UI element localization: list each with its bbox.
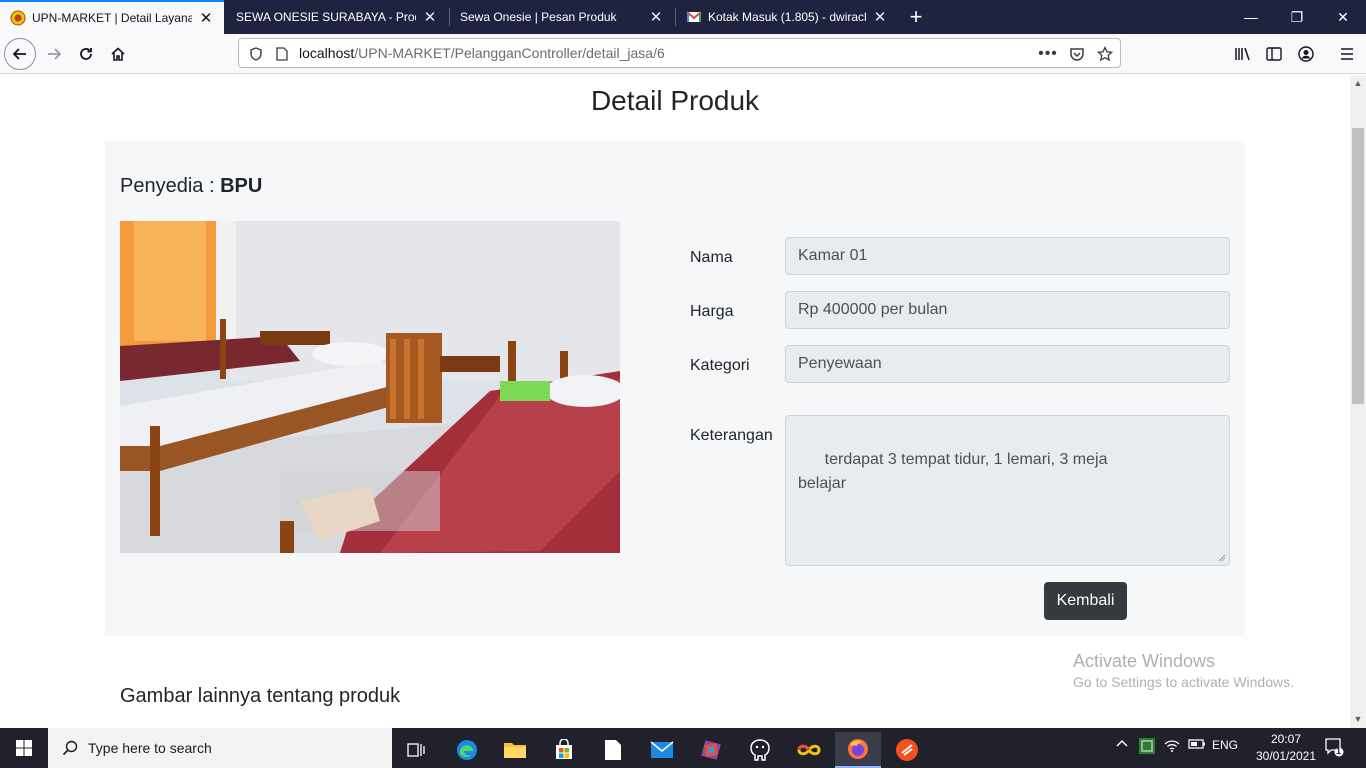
clock-date: 30/01/2021 bbox=[1255, 749, 1317, 763]
reload-icon bbox=[80, 48, 92, 60]
system-clock[interactable]: 20:07 30/01/2021 bbox=[1248, 731, 1324, 765]
wifi-icon[interactable] bbox=[1164, 738, 1180, 755]
navigation-toolbar: localhost/UPN-MARKET/PelangganController… bbox=[0, 34, 1366, 74]
sidebar-icon bbox=[1266, 47, 1282, 61]
library-icon bbox=[1235, 47, 1250, 61]
harga-field[interactable]: Rp 400000 per bulan bbox=[785, 291, 1230, 329]
library-button[interactable] bbox=[1227, 38, 1259, 70]
kategori-label: Kategori bbox=[690, 357, 750, 374]
start-button[interactable] bbox=[0, 728, 48, 768]
sublime-text-icon[interactable] bbox=[884, 732, 930, 768]
tab-upn-market[interactable]: UPN-MARKET | Detail Layanan ✕ bbox=[0, 0, 224, 34]
task-view-icon[interactable] bbox=[393, 732, 439, 768]
url-host: localhost bbox=[299, 45, 355, 61]
provider-line: Penyedia : BPU bbox=[120, 175, 262, 198]
watermark-subtitle: Go to Settings to activate Windows. bbox=[1073, 674, 1294, 690]
notification-count: 1 bbox=[1336, 746, 1342, 756]
taskbar-search[interactable]: Type here to search bbox=[48, 728, 392, 768]
home-icon bbox=[111, 47, 125, 61]
close-icon[interactable]: ✕ bbox=[648, 9, 664, 26]
forward-button[interactable] bbox=[38, 38, 70, 70]
upn-favicon-icon bbox=[10, 10, 26, 26]
edge-icon[interactable] bbox=[444, 732, 490, 768]
scrollbar-thumb[interactable] bbox=[1352, 128, 1364, 404]
home-button[interactable] bbox=[102, 38, 134, 70]
windows-taskbar: Type here to search ENG 20:07 30/01/2021… bbox=[0, 728, 1366, 768]
keterangan-label: Keterangan bbox=[690, 427, 773, 444]
resize-grip-icon[interactable] bbox=[1217, 553, 1226, 562]
close-icon[interactable]: ✕ bbox=[422, 9, 438, 26]
sidebar-button[interactable] bbox=[1258, 38, 1290, 70]
hamburger-menu-icon bbox=[1341, 48, 1353, 60]
page-actions-icon[interactable]: ••• bbox=[1038, 45, 1057, 63]
url-text[interactable]: localhost/UPN-MARKET/PelangganController… bbox=[299, 45, 665, 61]
firefox-icon[interactable] bbox=[835, 732, 881, 768]
provider-name: BPU bbox=[220, 175, 263, 197]
close-icon[interactable]: ✕ bbox=[198, 10, 214, 27]
tab-title: Kotak Masuk (1.805) - dwirachm bbox=[708, 10, 866, 24]
back-button[interactable] bbox=[4, 38, 36, 70]
show-hidden-icons-icon[interactable] bbox=[1116, 738, 1128, 753]
product-photo bbox=[120, 221, 620, 553]
page-content: Detail Produk Penyedia : BPU Nama Kamar … bbox=[0, 75, 1350, 728]
gmail-icon bbox=[686, 11, 702, 22]
keterangan-text: terdapat 3 tempat tidur, 1 lemari, 3 mej… bbox=[798, 451, 1108, 492]
bedroom-photo-image bbox=[120, 221, 620, 553]
watermark-title: Activate Windows bbox=[1073, 651, 1216, 671]
language-indicator[interactable]: ENG bbox=[1212, 738, 1238, 752]
bookmark-star-icon[interactable] bbox=[1096, 45, 1114, 63]
file-explorer-icon[interactable] bbox=[492, 732, 538, 768]
winrar-icon[interactable] bbox=[688, 732, 734, 768]
arrow-left-icon bbox=[12, 48, 26, 60]
menu-button[interactable] bbox=[1331, 38, 1363, 70]
windows-logo-icon bbox=[16, 740, 32, 756]
pocket-icon[interactable] bbox=[1068, 45, 1086, 63]
page-info-icon[interactable] bbox=[273, 45, 291, 63]
battery-icon[interactable] bbox=[1188, 738, 1206, 753]
nama-field[interactable]: Kamar 01 bbox=[785, 237, 1230, 275]
kategori-field[interactable]: Penyewaan bbox=[785, 345, 1230, 383]
account-button[interactable] bbox=[1290, 38, 1322, 70]
clock-time: 20:07 bbox=[1270, 732, 1302, 746]
tab-sewa-onesie-produk[interactable]: SEWA ONESIE SURABAYA - Produk ✕ bbox=[226, 0, 448, 34]
infinity-app-icon[interactable] bbox=[786, 732, 832, 768]
page-title: Detail Produk bbox=[590, 85, 760, 116]
close-window-button[interactable]: ✕ bbox=[1320, 0, 1366, 34]
tab-sewa-onesie-pesan[interactable]: Sewa Onesie | Pesan Produk ✕ bbox=[450, 0, 674, 34]
search-icon bbox=[62, 740, 78, 756]
reload-button[interactable] bbox=[70, 38, 102, 70]
shield-icon[interactable] bbox=[247, 45, 265, 63]
url-path: /UPN-MARKET/PelangganController/detail_j… bbox=[354, 45, 665, 61]
tab-title: Sewa Onesie | Pesan Produk bbox=[460, 10, 617, 24]
document-file-icon[interactable] bbox=[590, 732, 636, 768]
tab-title: UPN-MARKET | Detail Layanan bbox=[32, 11, 192, 25]
keterangan-textarea[interactable]: terdapat 3 tempat tidur, 1 lemari, 3 mej… bbox=[785, 415, 1230, 566]
scroll-down-icon[interactable]: ▼ bbox=[1350, 712, 1366, 726]
postgresql-icon[interactable] bbox=[737, 732, 783, 768]
nama-label: Nama bbox=[690, 249, 733, 266]
restore-button[interactable]: ❐ bbox=[1274, 0, 1320, 34]
more-images-title: Gambar lainnya tentang produk bbox=[120, 685, 401, 707]
close-icon[interactable]: ✕ bbox=[872, 9, 888, 26]
microsoft-store-icon[interactable] bbox=[541, 732, 587, 768]
search-placeholder: Type here to search bbox=[88, 740, 212, 756]
scroll-up-icon[interactable]: ▲ bbox=[1350, 76, 1366, 90]
tab-strip: UPN-MARKET | Detail Layanan ✕ SEWA ONESI… bbox=[0, 0, 1366, 34]
arrow-right-icon bbox=[48, 48, 62, 60]
address-bar[interactable]: localhost/UPN-MARKET/PelangganController… bbox=[238, 38, 1121, 68]
notification-center-icon[interactable]: 1 bbox=[1324, 737, 1344, 760]
activate-windows-watermark: Activate Windows Go to Settings to activ… bbox=[1073, 651, 1294, 690]
tab-title: SEWA ONESIE SURABAYA - Produk bbox=[236, 10, 416, 24]
provider-label: Penyedia : bbox=[120, 175, 215, 197]
harga-label: Harga bbox=[690, 303, 734, 320]
kembali-button[interactable]: Kembali bbox=[1044, 582, 1127, 620]
account-icon bbox=[1298, 46, 1314, 62]
new-tab-button[interactable]: + bbox=[903, 4, 929, 30]
mail-icon[interactable] bbox=[639, 732, 685, 768]
minimize-button[interactable]: — bbox=[1228, 0, 1274, 34]
tab-gmail-inbox[interactable]: Kotak Masuk (1.805) - dwirachm ✕ bbox=[676, 0, 898, 34]
product-detail-card: Penyedia : BPU Nama Kamar 01 Harga Rp 40… bbox=[105, 141, 1245, 636]
app-tray-icon[interactable] bbox=[1138, 737, 1156, 758]
